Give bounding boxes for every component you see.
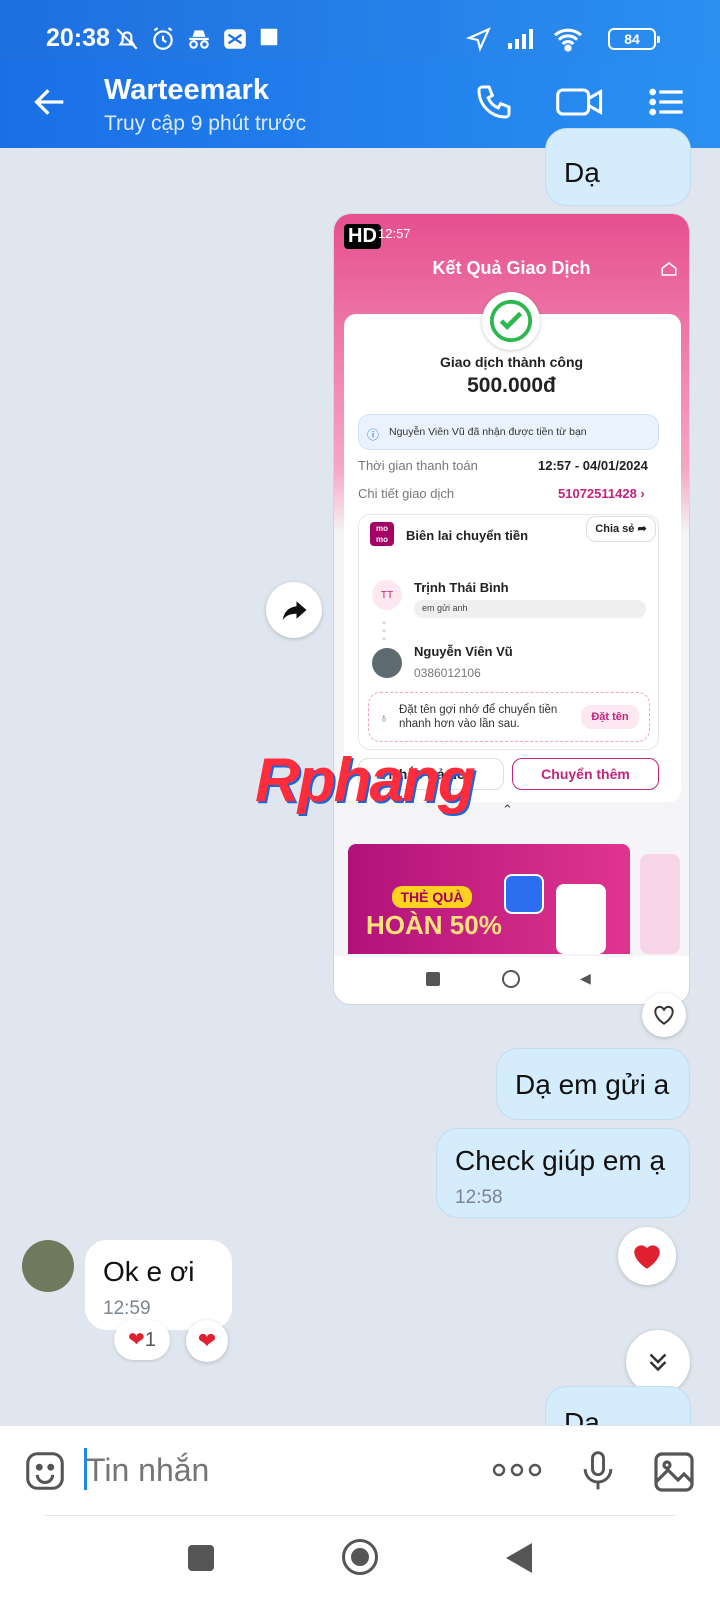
more-dots-icon[interactable] bbox=[492, 1458, 542, 1482]
message-text: Dạ bbox=[564, 157, 600, 188]
capcut-icon bbox=[224, 29, 246, 49]
recents-icon bbox=[426, 972, 440, 986]
back-icon: ◀ bbox=[580, 970, 591, 986]
pay-time-value: 12:57 - 04/01/2024 bbox=[538, 458, 648, 473]
check-circle-icon bbox=[489, 299, 533, 343]
amount: 500.000đ bbox=[467, 374, 556, 397]
detail-label: Chi tiết giao dịch bbox=[358, 486, 455, 501]
promo-banner-next bbox=[640, 854, 680, 954]
name-button: Đặt tên bbox=[581, 705, 639, 729]
square-icon bbox=[260, 28, 278, 46]
wifi-icon bbox=[553, 28, 583, 52]
receipt-title: Kết Quả Giao Dịch bbox=[432, 258, 591, 278]
phone-illustration bbox=[556, 884, 606, 954]
heart-small-icon: ❤ bbox=[197, 1328, 217, 1353]
promo-tag: THẺ QUÀ bbox=[392, 886, 472, 908]
forward-arrow-icon bbox=[282, 601, 307, 620]
message-bubble-outgoing[interactable]: Check giúp em ạ 12:58 bbox=[436, 1128, 690, 1218]
contact-avatar[interactable] bbox=[22, 1240, 74, 1292]
home-button[interactable] bbox=[342, 1539, 378, 1575]
reaction-count-badge[interactable]: ❤1 bbox=[114, 1320, 170, 1360]
momo-logo: mo mo bbox=[370, 522, 394, 546]
incognito-icon bbox=[189, 30, 209, 49]
share-label: Chia sẻ bbox=[595, 523, 635, 535]
bell-off-icon bbox=[116, 28, 138, 50]
message-bubble-incoming[interactable]: Ok e ơi 12:59 bbox=[85, 1240, 232, 1330]
promo-text: HOÀN 50% bbox=[366, 910, 502, 940]
message-time: 12:59 bbox=[103, 1298, 151, 1319]
video-call-icon[interactable] bbox=[556, 82, 604, 122]
heart-small-icon: ❤ bbox=[128, 1329, 145, 1351]
back-arrow-icon[interactable] bbox=[30, 82, 70, 122]
sender-avatar: TT bbox=[372, 580, 402, 610]
sticker-icon[interactable] bbox=[22, 1448, 68, 1494]
heart-outline-icon bbox=[654, 1005, 674, 1025]
notice-text: Nguyễn Viên Vũ đã nhận được tiền từ bạn bbox=[389, 426, 587, 438]
menu-list-icon[interactable] bbox=[646, 82, 686, 122]
pay-time-label: Thời gian thanh toán bbox=[358, 458, 478, 473]
heart-react-small-button[interactable]: ❤ bbox=[186, 1320, 228, 1362]
share-button: Chia sẻ ➦ bbox=[586, 516, 656, 542]
reaction-count: 1 bbox=[144, 1329, 156, 1351]
receipt-box-title: Biên lai chuyển tiền bbox=[406, 528, 529, 543]
signal-icon bbox=[508, 29, 533, 49]
success-label: Giao dịch thành công bbox=[439, 354, 584, 370]
message-bubble-outgoing[interactable]: Dạ bbox=[545, 128, 691, 206]
tip-text: Đặt tên gợi nhớ để chuyển tiền nhanh hơn… bbox=[399, 704, 558, 730]
status-time: 20:38 bbox=[46, 24, 110, 52]
back-triangle-icon[interactable] bbox=[504, 1541, 534, 1575]
info-icon: ⓘ bbox=[367, 428, 380, 442]
message-time: 12:58 bbox=[455, 1187, 503, 1208]
message-text: Ok e ơi bbox=[103, 1256, 195, 1287]
contact-name[interactable]: Warteemark bbox=[104, 74, 269, 107]
image-message[interactable]: HD 12:57 Kết Quả Giao Dịch Giao dịch thà… bbox=[333, 213, 690, 1005]
alarm-icon bbox=[153, 27, 173, 50]
home-button-icon bbox=[502, 970, 520, 988]
notice-box: ⓘ Nguyễn Viên Vũ đã nhận được tiền từ bạ… bbox=[358, 414, 659, 450]
phone-call-icon[interactable] bbox=[474, 82, 514, 122]
receiver-avatar bbox=[372, 648, 402, 678]
promo-banner: THẺ QUÀ HOÀN 50% bbox=[348, 844, 630, 954]
receiver-name: Nguyễn Viên Vũ bbox=[414, 644, 513, 659]
receiver-phone: 0386012106 bbox=[414, 666, 481, 680]
status-notification-icons bbox=[114, 26, 280, 52]
message-bubble-outgoing[interactable]: Dạ em gửi a bbox=[496, 1048, 690, 1120]
image-gallery-icon[interactable] bbox=[650, 1448, 698, 1496]
microphone-icon[interactable] bbox=[576, 1446, 620, 1496]
tip-box: ♁ Đặt tên gợi nhớ để chuyển tiền nhanh h… bbox=[368, 692, 650, 742]
chevron-double-down-icon bbox=[649, 1353, 667, 1372]
chevrons-down-icon: ⌄ ⌄ ⌄ bbox=[380, 616, 389, 643]
screenshot-navbar: ◀ bbox=[334, 956, 689, 1004]
transfer-note: em gửi anh bbox=[422, 603, 468, 613]
bank-icon bbox=[504, 874, 544, 914]
chevron-up-icon: ⌃ bbox=[502, 802, 513, 817]
scroll-down-button[interactable] bbox=[626, 1330, 690, 1394]
heart-filled-icon bbox=[634, 1245, 660, 1269]
last-seen-status: Truy cập 9 phút trước bbox=[104, 112, 307, 135]
message-text: Check giúp em ạ bbox=[455, 1145, 666, 1176]
screenshot-status-time: 12:57 bbox=[378, 226, 411, 241]
heart-reaction-button[interactable] bbox=[618, 1227, 676, 1285]
forward-button[interactable] bbox=[266, 582, 322, 638]
sender-name: Trịnh Thái Bình bbox=[414, 580, 509, 595]
home-icon bbox=[661, 262, 677, 276]
detail-id: 51072511428 › bbox=[558, 486, 645, 501]
battery-indicator: 84 bbox=[608, 28, 660, 50]
system-navigation-bar bbox=[0, 1515, 720, 1600]
message-text: Dạ em gửi a bbox=[515, 1069, 670, 1100]
divider bbox=[44, 1515, 676, 1516]
home-dot bbox=[351, 1548, 369, 1566]
react-heart-button[interactable] bbox=[642, 993, 686, 1037]
status-bar: 20:38 84 bbox=[0, 0, 720, 60]
success-badge bbox=[482, 292, 540, 350]
recents-button[interactable] bbox=[188, 1545, 214, 1571]
lightbulb-icon: ♁ bbox=[379, 710, 389, 725]
watermark: Rphang bbox=[255, 746, 476, 815]
transfer-more-button: Chuyển thêm bbox=[512, 758, 659, 790]
note-pill: em gửi anh bbox=[414, 600, 646, 618]
location-icon bbox=[466, 27, 491, 52]
message-composer bbox=[0, 1425, 720, 1515]
hd-badge: HD bbox=[344, 224, 381, 249]
message-input[interactable] bbox=[86, 1452, 446, 1489]
